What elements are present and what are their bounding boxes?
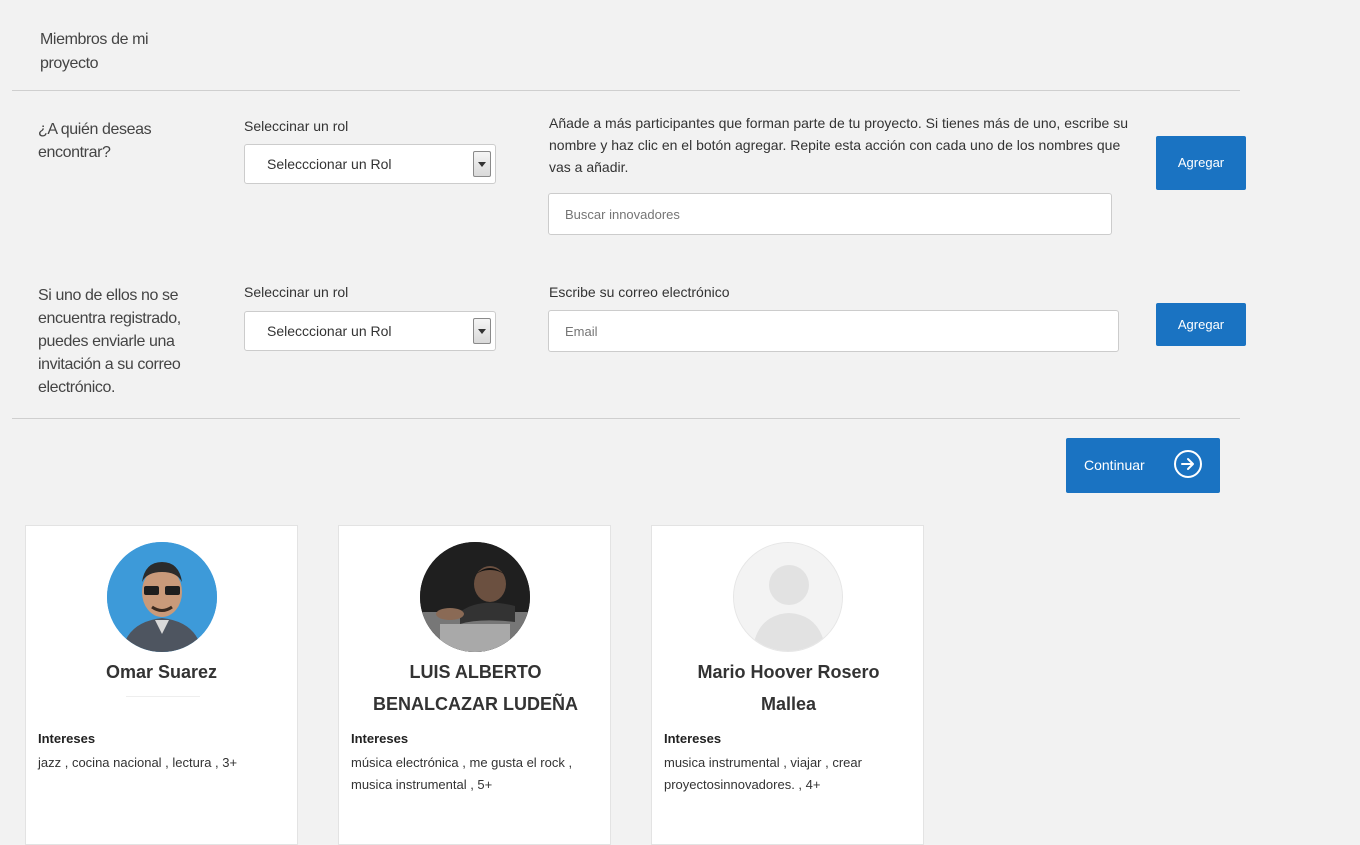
add-email-button[interactable]: Agregar	[1156, 303, 1246, 346]
chevron-down-icon[interactable]	[473, 151, 491, 177]
member-card[interactable]: LUIS ALBERTO BENALCAZAR LUDEÑA Intereses…	[338, 525, 611, 845]
search-question: ¿A quién deseas encontrar?	[38, 121, 152, 161]
member-name: LUIS ALBERTO BENALCAZAR LUDEÑA	[373, 662, 578, 714]
search-role-label: Seleccinar un rol	[244, 118, 349, 134]
avatar	[420, 542, 530, 652]
member-card[interactable]: Omar Suarez Intereses jazz , cocina naci…	[25, 525, 298, 845]
invite-question: Si uno de ellos no se encuentra registra…	[38, 287, 181, 396]
invite-role-select[interactable]: Selecccionar un Rol	[244, 311, 496, 351]
interests-label: Intereses	[351, 731, 409, 746]
interests-label: Intereses	[38, 731, 96, 746]
search-role-select[interactable]: Selecccionar un Rol	[244, 144, 496, 184]
arrow-right-circle-icon	[1174, 450, 1202, 478]
interests-label: Intereses	[664, 731, 722, 746]
interests-text: música electrónica , me gusta el rock , …	[351, 755, 573, 792]
avatar	[107, 542, 217, 652]
continue-label: Continuar	[1084, 457, 1145, 473]
email-input[interactable]	[548, 310, 1119, 352]
divider-bottom	[12, 418, 1240, 419]
continue-button[interactable]: Continuar	[1066, 438, 1220, 493]
card-divider	[126, 696, 200, 697]
invite-role-label: Seleccinar un rol	[244, 284, 349, 300]
search-help-text: Añade a más participantes que forman par…	[549, 115, 1128, 175]
member-name: Mario Hoover Rosero Mallea	[697, 662, 880, 714]
email-label: Escribe su correo electrónico	[549, 284, 730, 300]
invite-role-value: Selecccionar un Rol	[267, 323, 392, 339]
search-input[interactable]	[548, 193, 1112, 235]
divider-top	[12, 90, 1240, 91]
section-title: Miembros de mi proyecto	[40, 31, 149, 72]
avatar	[733, 542, 843, 652]
member-card[interactable]: Mario Hoover Rosero Mallea Intereses mus…	[651, 525, 924, 845]
interests-text: jazz , cocina nacional , lectura , 3+	[38, 755, 238, 770]
add-search-button[interactable]: Agregar	[1156, 136, 1246, 190]
member-name: Omar Suarez	[105, 662, 218, 682]
chevron-down-icon[interactable]	[473, 318, 491, 344]
search-role-value: Selecccionar un Rol	[267, 156, 392, 172]
interests-text: musica instrumental , viajar , crear pro…	[664, 755, 862, 792]
